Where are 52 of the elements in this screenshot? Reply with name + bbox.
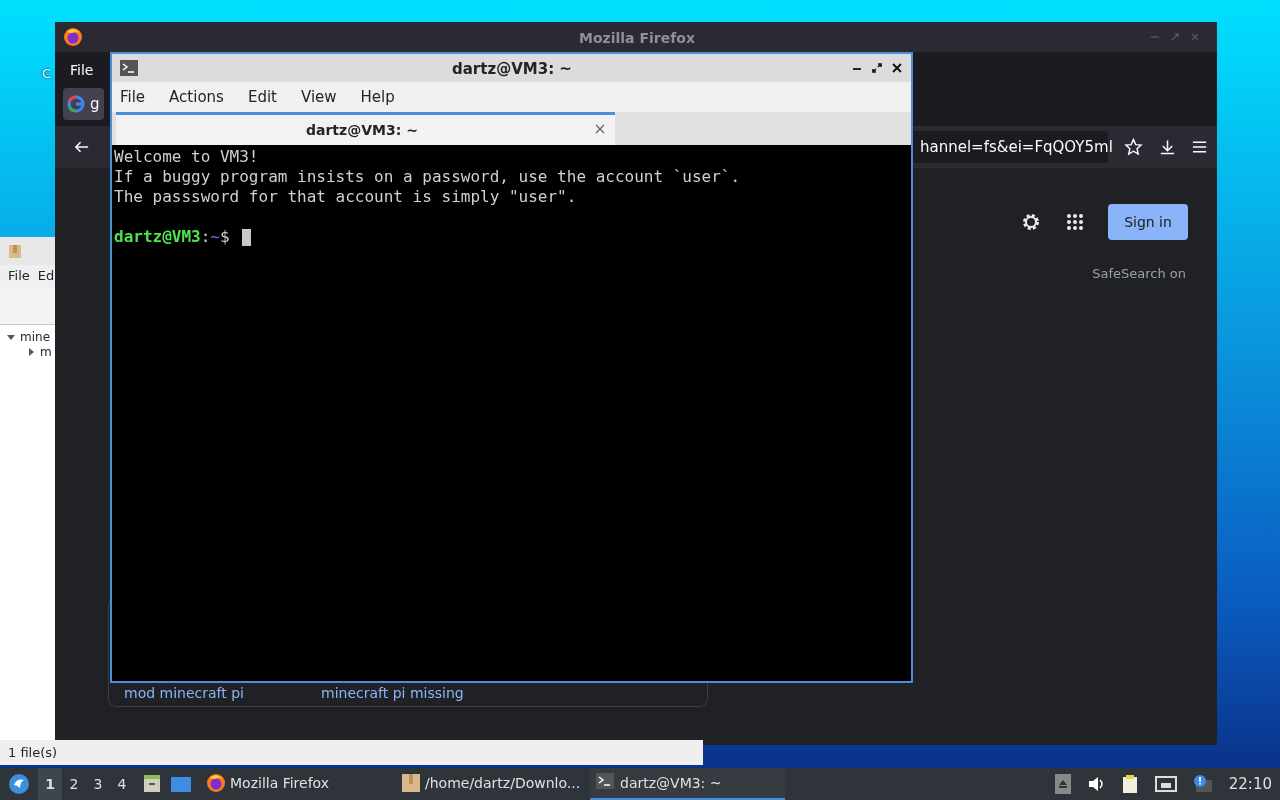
google-icon	[67, 95, 85, 113]
text-cursor	[241, 228, 251, 246]
download-icon[interactable]	[1158, 138, 1176, 156]
desktop-switcher[interactable]: 3	[86, 768, 110, 800]
collapsed-arrow-icon[interactable]	[26, 346, 36, 357]
menu-item[interactable]: Actions	[169, 85, 224, 109]
menu-item[interactable]: Help	[360, 85, 395, 109]
related-search-link[interactable]: mod minecraft pi	[124, 683, 321, 704]
terminal-line: If a buggy program insists on a password, use the account `user`.	[114, 167, 741, 187]
menu-item[interactable]: Ed	[37, 266, 55, 286]
menu-item[interactable]: View	[300, 85, 337, 109]
desktop-switcher[interactable]: 1	[38, 768, 62, 800]
window-title: dartz@VM3: ~	[452, 59, 572, 80]
network-icon[interactable]	[1154, 775, 1177, 793]
clock: 22:10	[1228, 773, 1272, 795]
package-icon	[8, 243, 22, 259]
terminal-prompt: dartz@VM3:~$	[114, 227, 230, 247]
terminal-line: The passsword for that account is simply "user".	[114, 187, 577, 207]
firefox-icon	[206, 773, 226, 793]
clipboard-icon[interactable]	[1120, 774, 1139, 794]
file-cabinet-icon[interactable]	[142, 774, 162, 794]
menu-item[interactable]: Edit	[247, 85, 277, 109]
taskbar-task[interactable]: /home/dartz/Downlo...	[395, 768, 590, 800]
eject-icon[interactable]	[1054, 774, 1071, 794]
maximize-icon[interactable]	[871, 62, 883, 74]
menu-item[interactable]: File	[120, 85, 146, 109]
show-desktop-icon[interactable]	[170, 774, 192, 794]
notification-icon[interactable]	[1192, 774, 1213, 794]
volume-icon[interactable]	[1086, 775, 1105, 793]
sign-in-button[interactable]: Sign in	[1108, 204, 1188, 240]
menu-icon[interactable]	[1191, 140, 1208, 154]
window-title: Mozilla Firefox	[579, 29, 695, 48]
taskbar-task[interactable]: Mozilla Firefox	[200, 768, 395, 800]
desktop-switcher[interactable]: 2	[62, 768, 86, 800]
status-text: 1 file(s)	[8, 745, 58, 760]
taskbar-task[interactable]: dartz@VM3: ~	[590, 768, 785, 800]
close-icon[interactable]	[891, 62, 903, 74]
apps-grid-icon[interactable]	[1066, 213, 1084, 231]
settings-icon[interactable]	[1020, 211, 1042, 233]
menu-item[interactable]: File	[70, 59, 94, 81]
start-menu-icon[interactable]	[8, 773, 30, 795]
terminal-line: Welcome to VM3!	[114, 147, 259, 167]
related-search-link[interactable]: minecraft pi missing	[321, 683, 518, 704]
desktop-switcher[interactable]: 4	[110, 768, 134, 800]
star-icon[interactable]	[1124, 137, 1143, 157]
package-icon	[401, 773, 421, 793]
safesearch-label[interactable]: SafeSearch on	[1092, 264, 1186, 284]
browser-tab[interactable]: g	[63, 88, 104, 120]
firefox-icon	[63, 27, 83, 47]
menu-item[interactable]: File	[8, 266, 30, 286]
terminal-icon	[120, 60, 138, 76]
terminal-tab[interactable]: dartz@VM3: ~	[116, 112, 615, 145]
